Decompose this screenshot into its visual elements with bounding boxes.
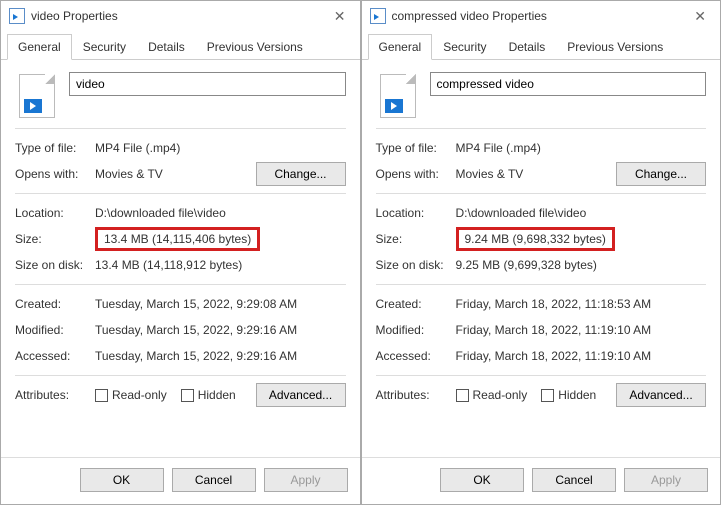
checkbox-icon [456,389,469,402]
file-type-icon [380,74,416,118]
modified-value: Tuesday, March 15, 2022, 9:29:16 AM [95,323,346,337]
close-icon[interactable]: ✕ [328,8,352,25]
modified-value: Friday, March 18, 2022, 11:19:10 AM [456,323,707,337]
location-value: D:\downloaded file\video [95,206,346,220]
tab-security[interactable]: Security [432,34,497,60]
accessed-value: Friday, March 18, 2022, 11:19:10 AM [456,349,707,363]
location-label: Location: [15,206,95,220]
created-label: Created: [15,297,95,311]
titlebar: video Properties ✕ [1,1,360,31]
created-value: Friday, March 18, 2022, 11:18:53 AM [456,297,707,311]
apply-button[interactable]: Apply [264,468,348,492]
tab-previous-versions[interactable]: Previous Versions [556,34,674,60]
hidden-label: Hidden [198,388,236,402]
properties-window-right: compressed video Properties ✕ General Se… [361,0,721,505]
readonly-label: Read-only [473,388,528,402]
ok-button[interactable]: OK [440,468,524,492]
size-value: 13.4 MB (14,115,406 bytes) [95,227,260,251]
video-file-icon [9,8,25,24]
attributes-label: Attributes: [15,388,95,402]
accessed-label: Accessed: [15,349,95,363]
size-on-disk-label: Size on disk: [15,258,95,272]
footer: OK Cancel Apply [1,457,360,504]
size-on-disk-value: 9.25 MB (9,699,328 bytes) [456,258,707,272]
tab-details[interactable]: Details [137,34,196,60]
advanced-button[interactable]: Advanced... [256,383,346,407]
modified-label: Modified: [376,323,456,337]
opens-with-label: Opens with: [15,167,95,181]
titlebar: compressed video Properties ✕ [362,1,721,31]
opens-with-value: Movies & TV [456,167,617,181]
tab-details[interactable]: Details [498,34,557,60]
type-label: Type of file: [376,141,456,155]
readonly-checkbox[interactable]: Read-only [456,388,528,402]
size-label: Size: [15,232,95,246]
opens-with-value: Movies & TV [95,167,256,181]
checkbox-icon [541,389,554,402]
size-on-disk-label: Size on disk: [376,258,456,272]
video-file-icon [370,8,386,24]
location-value: D:\downloaded file\video [456,206,707,220]
accessed-label: Accessed: [376,349,456,363]
hidden-checkbox[interactable]: Hidden [181,388,236,402]
properties-window-left: video Properties ✕ General Security Deta… [0,0,361,505]
checkbox-icon [181,389,194,402]
size-value: 9.24 MB (9,698,332 bytes) [456,227,615,251]
window-title: compressed video Properties [392,9,547,23]
attributes-label: Attributes: [376,388,456,402]
cancel-button[interactable]: Cancel [532,468,616,492]
tabs: General Security Details Previous Versio… [1,33,360,60]
created-label: Created: [376,297,456,311]
tabs: General Security Details Previous Versio… [362,33,721,60]
location-label: Location: [376,206,456,220]
tab-general[interactable]: General [368,34,433,60]
accessed-value: Tuesday, March 15, 2022, 9:29:16 AM [95,349,346,363]
created-value: Tuesday, March 15, 2022, 9:29:08 AM [95,297,346,311]
size-on-disk-value: 13.4 MB (14,118,912 bytes) [95,258,346,272]
readonly-label: Read-only [112,388,167,402]
change-button[interactable]: Change... [616,162,706,186]
ok-button[interactable]: OK [80,468,164,492]
type-value: MP4 File (.mp4) [456,141,707,155]
filename-input[interactable] [430,72,707,96]
content: Type of file: MP4 File (.mp4) Opens with… [362,60,721,457]
filename-input[interactable] [69,72,346,96]
type-value: MP4 File (.mp4) [95,141,346,155]
hidden-checkbox[interactable]: Hidden [541,388,596,402]
footer: OK Cancel Apply [362,457,721,504]
cancel-button[interactable]: Cancel [172,468,256,492]
modified-label: Modified: [15,323,95,337]
file-type-icon [19,74,55,118]
tab-general[interactable]: General [7,34,72,60]
tab-security[interactable]: Security [72,34,137,60]
content: Type of file: MP4 File (.mp4) Opens with… [1,60,360,457]
size-label: Size: [376,232,456,246]
change-button[interactable]: Change... [256,162,346,186]
checkbox-icon [95,389,108,402]
window-title: video Properties [31,9,118,23]
close-icon[interactable]: ✕ [688,8,712,25]
opens-with-label: Opens with: [376,167,456,181]
readonly-checkbox[interactable]: Read-only [95,388,167,402]
advanced-button[interactable]: Advanced... [616,383,706,407]
hidden-label: Hidden [558,388,596,402]
apply-button[interactable]: Apply [624,468,708,492]
type-label: Type of file: [15,141,95,155]
tab-previous-versions[interactable]: Previous Versions [196,34,314,60]
